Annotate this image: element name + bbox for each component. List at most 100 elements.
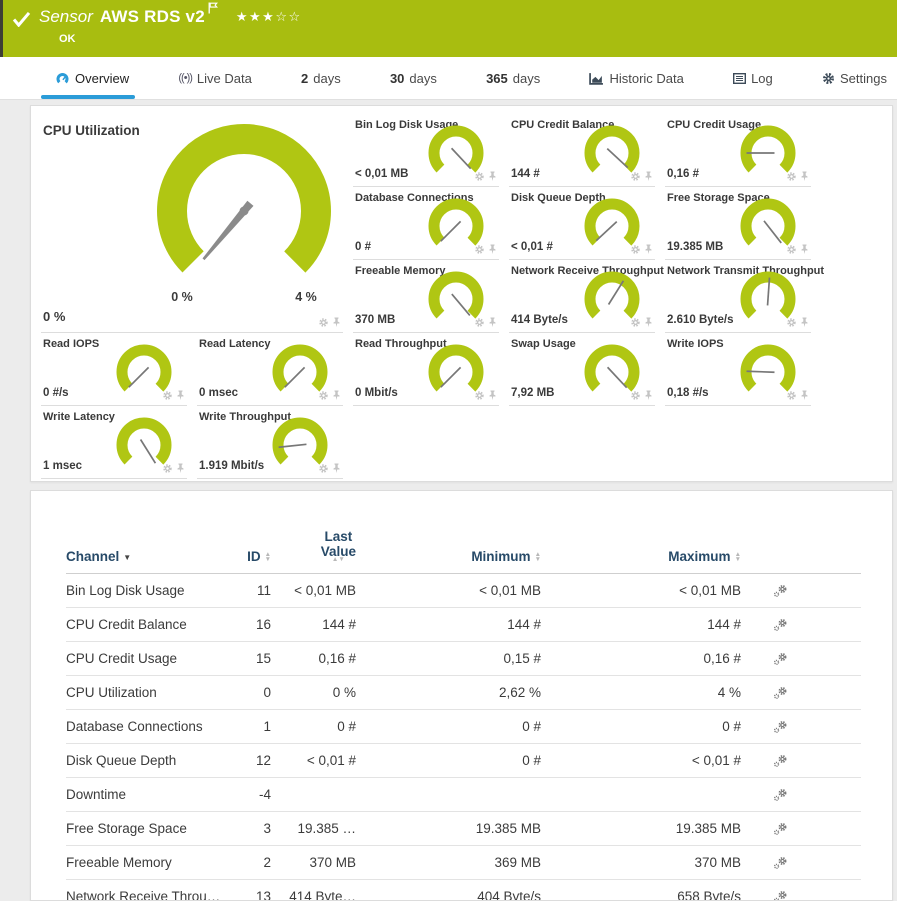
pin-icon[interactable] xyxy=(332,390,341,401)
pin-icon[interactable] xyxy=(800,317,809,328)
gauge-read-latency[interactable]: Read Latency 0 msec xyxy=(197,333,343,406)
channel-row-cpu-credit-balance[interactable]: CPU Credit Balance 16 144 # 144 # 144 # xyxy=(66,608,861,642)
pin-icon[interactable] xyxy=(800,244,809,255)
channel-row-network-receive-throu-[interactable]: Network Receive Throu… 13 414 Byte… 404 … xyxy=(66,880,861,901)
pin-icon[interactable] xyxy=(644,390,653,401)
gauge-write-latency[interactable]: Write Latency 1 msec xyxy=(41,406,187,479)
channel-row-disk-queue-depth[interactable]: Disk Queue Depth 12 < 0,01 # 0 # < 0,01 … xyxy=(66,744,861,778)
channel-settings-gear-icon[interactable] xyxy=(773,822,788,836)
gauge-swap-usage[interactable]: Swap Usage 7,92 MB xyxy=(509,333,655,406)
channel-row-database-connections[interactable]: Database Connections 1 0 # 0 # 0 # xyxy=(66,710,861,744)
channel-settings-gear-icon[interactable] xyxy=(773,788,788,802)
gear-icon[interactable] xyxy=(162,390,173,401)
gear-icon[interactable] xyxy=(474,317,485,328)
channel-settings-gear-icon[interactable] xyxy=(773,720,788,734)
gauge-network-receive-throughput[interactable]: Network Receive Throughput 414 Byte/s xyxy=(509,260,655,333)
gauge-read-throughput[interactable]: Read Throughput 0 Mbit/s xyxy=(353,333,499,406)
channel-settings-gear-icon[interactable] xyxy=(773,618,788,632)
channel-row-free-storage-space[interactable]: Free Storage Space 3 19.385 … 19.385 MB … xyxy=(66,812,861,846)
gauge-write-iops[interactable]: Write IOPS 0,18 #/s xyxy=(665,333,811,406)
pin-icon[interactable] xyxy=(176,390,185,401)
star-empty-icon[interactable]: ☆ xyxy=(275,9,288,24)
gear-icon[interactable] xyxy=(318,390,329,401)
star-filled-icon[interactable]: ★ xyxy=(236,9,249,24)
gauge-network-transmit-throughput[interactable]: Network Transmit Throughput 2.610 Byte/s xyxy=(665,260,811,333)
gauge-dial xyxy=(739,271,797,320)
log-icon xyxy=(733,73,746,84)
gear-icon[interactable] xyxy=(630,244,641,255)
gauge-freeable-memory[interactable]: Freeable Memory 370 MB xyxy=(353,260,499,333)
gauge-dial xyxy=(583,125,641,174)
channel-row-bin-log-disk-usage[interactable]: Bin Log Disk Usage 11 < 0,01 MB < 0,01 M… xyxy=(66,574,861,608)
channel-settings-gear-icon[interactable] xyxy=(773,584,788,598)
gauge-value: 0,16 # xyxy=(667,168,699,180)
gauge-cpu-credit-balance[interactable]: CPU Credit Balance 144 # xyxy=(509,114,655,187)
gear-icon[interactable] xyxy=(630,390,641,401)
pin-icon[interactable] xyxy=(332,463,341,474)
channel-settings-gear-icon[interactable] xyxy=(773,754,788,768)
channel-row-cpu-credit-usage[interactable]: CPU Credit Usage 15 0,16 # 0,15 # 0,16 # xyxy=(66,642,861,676)
gear-icon[interactable] xyxy=(786,317,797,328)
pin-icon[interactable] xyxy=(644,244,653,255)
pin-icon[interactable] xyxy=(644,317,653,328)
gear-icon[interactable] xyxy=(318,317,329,328)
gauge-cpu-credit-usage[interactable]: CPU Credit Usage 0,16 # xyxy=(665,114,811,187)
gear-icon[interactable] xyxy=(630,171,641,182)
tab-historic-data[interactable]: Historic Data xyxy=(589,57,683,99)
tab-log[interactable]: Log xyxy=(733,57,773,99)
channel-row-freeable-memory[interactable]: Freeable Memory 2 370 MB 369 MB 370 MB xyxy=(66,846,861,880)
star-filled-icon[interactable]: ★ xyxy=(262,9,275,24)
gear-icon[interactable] xyxy=(318,463,329,474)
flag-icon[interactable] xyxy=(208,1,218,19)
channel-id: 11 xyxy=(241,583,271,598)
tab-overview[interactable]: Overview xyxy=(55,57,129,99)
pin-icon[interactable] xyxy=(332,317,341,328)
tab-settings[interactable]: Settings xyxy=(822,57,887,99)
gauge-write-throughput[interactable]: Write Throughput 1.919 Mbit/s xyxy=(197,406,343,479)
pin-icon[interactable] xyxy=(644,171,653,182)
channel-settings-gear-icon[interactable] xyxy=(773,856,788,870)
gear-icon[interactable] xyxy=(630,317,641,328)
star-filled-icon[interactable]: ★ xyxy=(249,9,262,24)
gauge-dial xyxy=(115,344,173,393)
channel-settings-gear-icon[interactable] xyxy=(773,652,788,666)
pin-icon[interactable] xyxy=(800,171,809,182)
tab-365-days[interactable]: 365 days xyxy=(486,57,540,99)
column-header-last[interactable]: LastValue ▲▼ xyxy=(271,529,356,564)
pin-icon[interactable] xyxy=(176,463,185,474)
gauge-database-connections[interactable]: Database Connections 0 # xyxy=(353,187,499,260)
channel-settings-gear-icon[interactable] xyxy=(773,686,788,700)
star-empty-icon[interactable]: ☆ xyxy=(288,9,301,24)
tab-live-data[interactable]: ((•)) Live Data xyxy=(178,57,251,99)
tab-30-days[interactable]: 30 days xyxy=(390,57,437,99)
channel-row-cpu-utilization[interactable]: CPU Utilization 0 0 % 2,62 % 4 % xyxy=(66,676,861,710)
pin-icon[interactable] xyxy=(488,244,497,255)
gauge-cpu-utilization[interactable]: CPU Utilization 0 % 4 % 0 % xyxy=(41,114,343,333)
gear-icon[interactable] xyxy=(474,171,485,182)
pin-icon[interactable] xyxy=(488,171,497,182)
gauge-bin-log-disk-usage[interactable]: Bin Log Disk Usage < 0,01 MB xyxy=(353,114,499,187)
gear-icon[interactable] xyxy=(474,244,485,255)
pin-icon[interactable] xyxy=(488,390,497,401)
gear-icon[interactable] xyxy=(786,244,797,255)
column-header-id[interactable]: ID▲▼ xyxy=(241,549,271,564)
channel-row-downtime[interactable]: Downtime -4 xyxy=(66,778,861,812)
gauge-read-iops[interactable]: Read IOPS 0 #/s xyxy=(41,333,187,406)
gauge-disk-queue-depth[interactable]: Disk Queue Depth < 0,01 # xyxy=(509,187,655,260)
gauge-dial xyxy=(583,344,641,393)
channel-minimum: 2,62 % xyxy=(356,685,541,700)
tab-2-days[interactable]: 2 days xyxy=(301,57,341,99)
channel-settings-gear-icon[interactable] xyxy=(773,890,788,901)
gear-icon[interactable] xyxy=(474,390,485,401)
gear-icon[interactable] xyxy=(786,390,797,401)
gauge-free-storage-space[interactable]: Free Storage Space 19.385 MB xyxy=(665,187,811,260)
live-data-icon: ((•)) xyxy=(178,72,192,84)
column-header-max[interactable]: Maximum▲▼ xyxy=(541,549,741,564)
pin-icon[interactable] xyxy=(800,390,809,401)
gear-icon[interactable] xyxy=(162,463,173,474)
column-header-channel[interactable]: Channel▼ xyxy=(66,549,241,564)
pin-icon[interactable] xyxy=(488,317,497,328)
gear-icon[interactable] xyxy=(786,171,797,182)
column-header-min[interactable]: Minimum▲▼ xyxy=(356,549,541,564)
tab-label: days xyxy=(409,71,436,86)
